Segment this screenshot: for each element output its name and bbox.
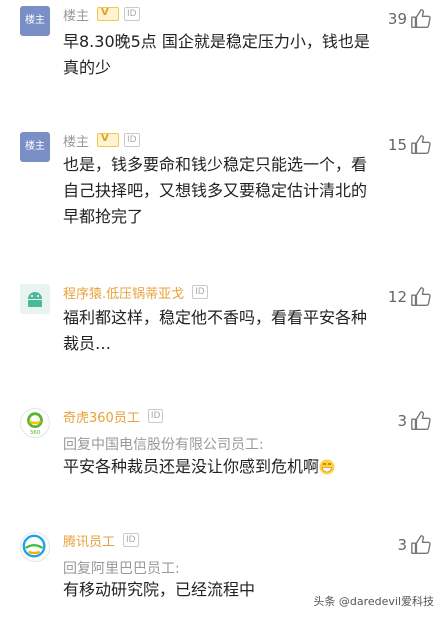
reply-to-label[interactable]: 回复中国电信股份有限公司员工:	[63, 434, 264, 454]
commenter-name[interactable]: 程序猿.低压锅蒂亚戈	[63, 283, 184, 302]
like-count: 3	[397, 536, 407, 554]
comment-item: 360 奇虎360员工 ID 回复中国电信股份有限公司员工: 平安各种裁员还是没…	[0, 402, 444, 512]
thumb-up-icon	[411, 9, 431, 28]
commenter-name[interactable]: 奇虎360员工	[63, 407, 140, 426]
id-badge: ID	[192, 285, 208, 299]
comment-item: 楼主 楼主 V ID 也是，钱多要命和钱少稳定只能选一个，看自己抉择吧，又想钱多…	[0, 126, 444, 266]
comment-text: 平安各种裁员还是没让你感到危机啊	[63, 454, 373, 480]
like-count: 15	[387, 136, 407, 154]
commenter-name[interactable]: 楼主	[63, 131, 89, 150]
comment-item: 楼主 楼主 V ID 早8.30晚5点 国企就是稳定压力小，钱也是真的少 39	[0, 0, 444, 130]
id-badge: ID	[147, 409, 164, 423]
owner-avatar[interactable]: 楼主	[20, 6, 50, 36]
commenter-name[interactable]: 楼主	[63, 5, 89, 24]
qihoo360-logo-icon: 360	[27, 412, 43, 436]
like-button[interactable]: 12	[388, 286, 432, 308]
thumb-up-icon	[411, 535, 431, 554]
id-badge: ID	[123, 533, 139, 547]
user-avatar[interactable]: 360	[20, 408, 50, 438]
comment-text: 也是，钱多要命和钱少稳定只能选一个，看自己抉择吧，又想钱多又要稳定估计清北的早都…	[63, 155, 368, 226]
thumb-up-icon	[411, 411, 431, 430]
verified-badge-icon: V	[97, 7, 120, 21]
like-count: 39	[387, 10, 407, 28]
comment-item: 程序猿.低压锅蒂亚戈 ID 福利都这样，稳定他不香吗，看看平安各种裁员… 12	[0, 278, 444, 388]
commenter-name[interactable]: 腾讯员工	[63, 531, 115, 550]
like-button[interactable]: 15	[388, 134, 432, 156]
user-avatar[interactable]	[20, 532, 50, 562]
thumb-up-icon	[411, 135, 431, 154]
comment-text: 早8.30晚5点 国企就是稳定压力小，钱也是真的少	[63, 32, 370, 77]
like-count: 3	[397, 412, 407, 430]
android-icon	[20, 284, 50, 314]
id-badge: ID	[124, 7, 140, 21]
like-count: 12	[387, 288, 407, 306]
owner-avatar[interactable]: 楼主	[20, 132, 50, 162]
thumb-up-icon	[411, 287, 431, 306]
user-avatar[interactable]	[20, 284, 50, 314]
watermark: 头条 @daredevil爱科技	[313, 595, 434, 608]
verified-badge-icon: V	[97, 133, 120, 147]
comment-text: 福利都这样，稳定他不香吗，看看平安各种裁员…	[63, 308, 368, 353]
tencent-logo-icon	[22, 534, 46, 558]
id-badge: ID	[124, 133, 140, 147]
svg-text:360: 360	[30, 430, 41, 436]
like-button[interactable]: 39	[388, 8, 432, 30]
like-button[interactable]: 3	[397, 410, 432, 432]
reply-to-label[interactable]: 回复阿里巴巴员工:	[63, 558, 180, 578]
grinning-emoji-icon	[319, 459, 335, 475]
like-button[interactable]: 3	[397, 534, 432, 556]
